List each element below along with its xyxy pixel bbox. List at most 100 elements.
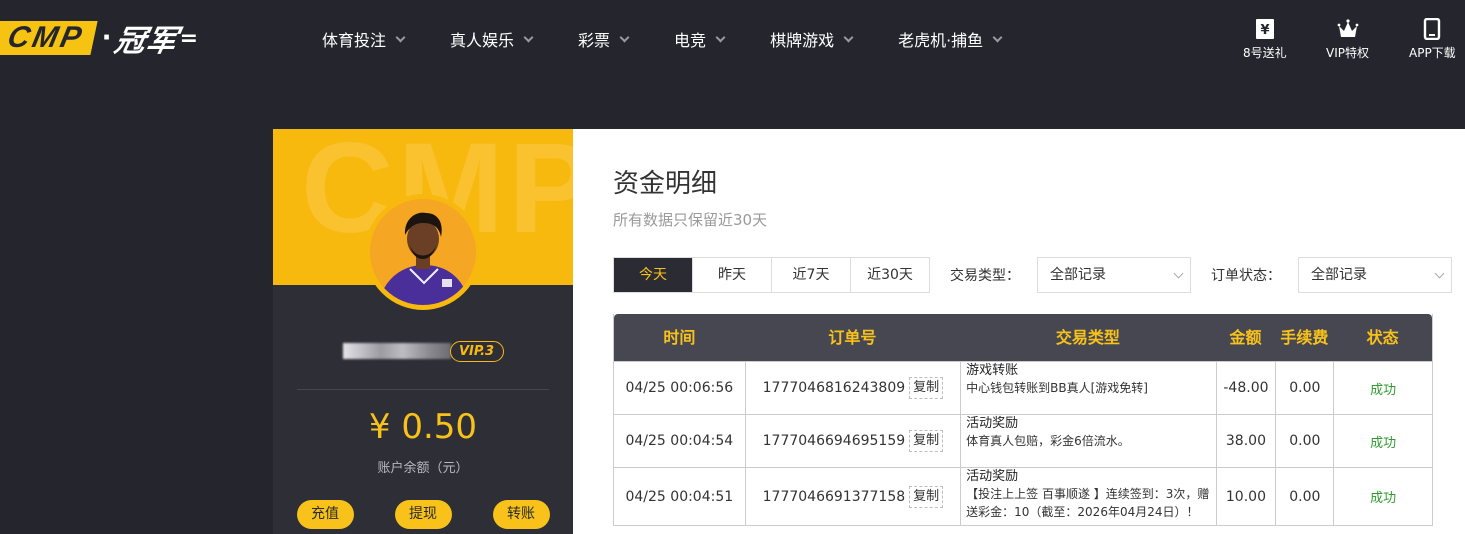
cell-type: 活动奖励 【投注上上签 百事顺遂 】连续签到：3次，赠 送彩金：10（截至：20… [960,468,1215,525]
copy-button[interactable]: 复制 [909,377,944,399]
account-balance: ¥ 0.50 [368,407,478,447]
cell-type: 活动奖励 体育真人包赔，彩金6倍流水。 [960,415,1215,467]
main-nav: 体育投注 真人娱乐 彩票 电竞 棋牌游戏 老虎机·捕鱼 [322,26,1003,52]
username-redacted [343,343,451,359]
deposit-button[interactable]: 充值 [296,500,354,529]
chevron-down-icon [1434,268,1445,279]
nav-item-label: 老虎机·捕鱼 [898,31,984,50]
select-value: 全部记录 [1050,267,1106,283]
filter-bar: 今天 昨天 近7天 近30天 交易类型： 全部记录 订单状态： 全部记录 [613,257,1452,293]
cell-fee: 0.00 [1275,415,1333,467]
cell-order: 1777046691377158 复制 [744,468,960,525]
transaction-desc: 【投注上上签 百事顺遂 】连续签到：3次，赠 [966,487,1210,501]
chevron-down-icon [843,32,854,42]
transaction-type: 活动奖励 [966,416,1019,431]
nav-item-label: 真人娱乐 [450,31,515,50]
quick-link-label: APP下载 [1409,46,1456,60]
avatar[interactable] [365,194,481,310]
order-status-label: 订单状态： [1211,268,1281,284]
transaction-type-select[interactable]: 全部记录 [1037,257,1191,293]
chevron-down-icon [992,32,1003,42]
date-range-tabs: 今天 昨天 近7天 近30天 [613,257,930,293]
column-header-time: 时间 [663,328,696,347]
vip-level-badge: VIP.3 [450,341,505,362]
select-value: 全部记录 [1311,267,1367,283]
withdraw-button[interactable]: 提现 [394,500,452,529]
avatar-photo [370,199,476,305]
cell-time: 04/25 00:04:54 [625,433,734,449]
cell-order: 1777046816243809 复制 [744,362,960,414]
cell-order: 1777046694695159 复制 [744,415,960,467]
column-header-type: 交易类型 [1055,328,1120,347]
quick-link-label: 8号送礼 [1243,46,1287,60]
cell-status: 成功 [1333,362,1432,414]
chevron-down-icon [1173,268,1184,279]
column-header-status: 状态 [1366,328,1399,347]
transaction-type: 活动奖励 [966,469,1019,484]
table-row: 04/25 00:04:51 1777046691377158 复制 活动奖励 … [614,467,1432,525]
logo-tail: = [179,25,198,51]
order-status-select[interactable]: 全部记录 [1298,257,1452,293]
cell-status: 成功 [1333,415,1432,467]
profile-card: CMP VIP.3 ¥ 0.50 账户余额（元） 充值 提现 转账 [273,129,573,534]
transaction-type: 游戏转账 [966,363,1019,378]
cell-fee: 0.00 [1275,468,1333,525]
table-row: 04/25 00:04:54 1777046694695159 复制 活动奖励 … [614,414,1432,467]
transaction-desc-line2: 送彩金：10（截至：2026年04月24日）！ [966,505,1199,519]
nav-item-label: 电竞 [674,31,707,50]
cell-amount: -48.00 [1215,362,1276,414]
transaction-desc: 中心钱包转账到BB真人[游戏免转] [966,381,1148,395]
svg-text:¥: ¥ [1260,23,1269,38]
vip-privilege-link[interactable]: VIP特权 [1326,18,1369,61]
gift-8th-link[interactable]: ¥ 8号送礼 [1243,18,1287,61]
nav-item-label: 体育投注 [322,31,387,50]
nav-item-label: 彩票 [578,31,611,50]
column-header-fee: 手续费 [1280,328,1329,347]
nav-item-esports[interactable]: 电竞 [674,26,726,52]
chevron-down-icon [395,32,406,42]
copy-button[interactable]: 复制 [909,485,944,508]
crown-icon [1337,19,1358,37]
tab-last-7-days[interactable]: 近7天 [771,258,850,292]
cell-time: 04/25 00:04:51 [625,488,734,505]
order-number: 1777046694695159 [762,433,906,449]
top-navbar: CMP · 冠军 = 体育投注 真人娱乐 彩票 电竞 棋牌游戏 老虎机·捕鱼 ¥… [0,0,1465,80]
logo-mark: CMP [0,21,98,55]
cell-time: 04/25 00:06:56 [625,380,734,396]
cell-amount: 10.00 [1215,468,1276,525]
balance-label: 账户余额（元） [377,461,469,476]
yen-ticket-icon: ¥ [1255,19,1274,39]
order-number: 1777046816243809 [762,380,906,396]
order-number: 1777046691377158 [762,488,906,505]
tab-today[interactable]: 今天 [614,258,692,292]
nav-item-lottery[interactable]: 彩票 [578,26,630,52]
nav-item-card-games[interactable]: 棋牌游戏 [770,26,854,52]
transaction-type-label: 交易类型： [950,268,1020,284]
copy-button[interactable]: 复制 [909,430,944,452]
app-download-link[interactable]: APP下载 [1409,18,1456,61]
profile-divider [297,389,549,390]
page-subtitle: 所有数据只保留近30天 [613,211,768,229]
transactions-table: 时间 订单号 交易类型 金额 手续费 状态 04/25 00:06:56 177… [613,314,1433,526]
profile-actions: 充值 提现 转账 [273,500,573,529]
cell-amount: 38.00 [1215,415,1276,467]
page-title: 资金明细 [613,169,718,199]
transaction-desc: 体育真人包赔，彩金6倍流水。 [966,434,1130,448]
table-header: 时间 订单号 交易类型 金额 手续费 状态 [614,314,1432,361]
nav-item-sports[interactable]: 体育投注 [322,26,406,52]
fund-details-panel: 资金明细 所有数据只保留近30天 今天 昨天 近7天 近30天 交易类型： 全部… [573,129,1465,534]
tab-yesterday[interactable]: 昨天 [692,258,771,292]
phone-icon [1424,18,1441,40]
chevron-down-icon [523,32,534,42]
tab-last-30-days[interactable]: 近30天 [850,258,929,292]
column-header-order: 订单号 [828,328,877,347]
chevron-down-icon [715,32,726,42]
nav-item-live-casino[interactable]: 真人娱乐 [450,26,534,52]
quick-link-label: VIP特权 [1326,46,1369,60]
table-row: 04/25 00:06:56 1777046816243809 复制 游戏转账 … [614,361,1432,414]
transfer-button[interactable]: 转账 [492,500,550,529]
nav-item-slots-fishing[interactable]: 老虎机·捕鱼 [898,26,1003,52]
site-logo[interactable]: CMP · 冠军 = [0,18,198,59]
logo-name: 冠军 [111,24,181,59]
cell-type: 游戏转账 中心钱包转账到BB真人[游戏免转] [960,362,1215,414]
